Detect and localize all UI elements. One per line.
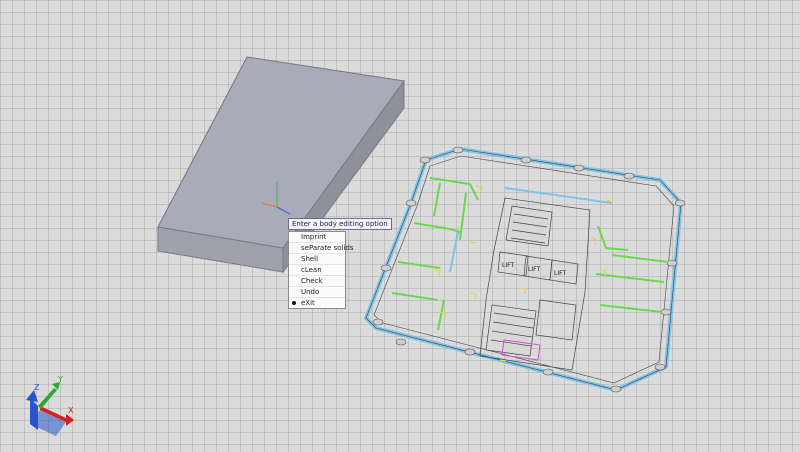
- menu-options-list[interactable]: Imprint seParate solids Shell cLean Chec…: [288, 231, 354, 309]
- menu-item-label: Shell: [301, 255, 319, 263]
- model-space: LIFT LIFT LIFT X Y Z: [26, 56, 686, 436]
- 3d-solid-box[interactable]: [157, 56, 405, 274]
- lift-label: LIFT: [528, 266, 540, 273]
- menu-item-label: eXit: [301, 299, 315, 307]
- menu-prompt: Enter a body editing option: [288, 218, 392, 230]
- menu-item-label: seParate solids: [301, 244, 354, 252]
- menu-item-undo[interactable]: Undo: [289, 287, 345, 298]
- menu-item-label: cLean: [301, 266, 322, 274]
- ucs-y-label: Y: [57, 375, 63, 384]
- bullet-icon: [292, 301, 296, 305]
- ucs-x-label: X: [68, 406, 74, 415]
- floor-plan[interactable]: LIFT LIFT LIFT: [363, 146, 686, 393]
- lift-label: LIFT: [554, 270, 566, 277]
- menu-item-label: Check: [301, 277, 323, 285]
- menu-item-label: Imprint: [301, 233, 327, 241]
- menu-item-imprint[interactable]: Imprint: [289, 232, 345, 243]
- menu-item-clean[interactable]: cLean: [289, 265, 345, 276]
- building-core: [479, 197, 591, 371]
- ucs-z-label: Z: [34, 383, 40, 392]
- lift-label: LIFT: [502, 262, 514, 269]
- menu-item-exit[interactable]: eXit: [289, 298, 345, 308]
- drawing-viewport[interactable]: LIFT LIFT LIFT X Y Z Enter a body editin…: [0, 0, 800, 452]
- menu-item-separate-solids[interactable]: seParate solids: [289, 243, 354, 254]
- menu-item-shell[interactable]: Shell: [289, 254, 345, 265]
- partition-walls: [391, 177, 669, 331]
- menu-item-check[interactable]: Check: [289, 276, 345, 287]
- menu-item-label: Undo: [301, 288, 320, 296]
